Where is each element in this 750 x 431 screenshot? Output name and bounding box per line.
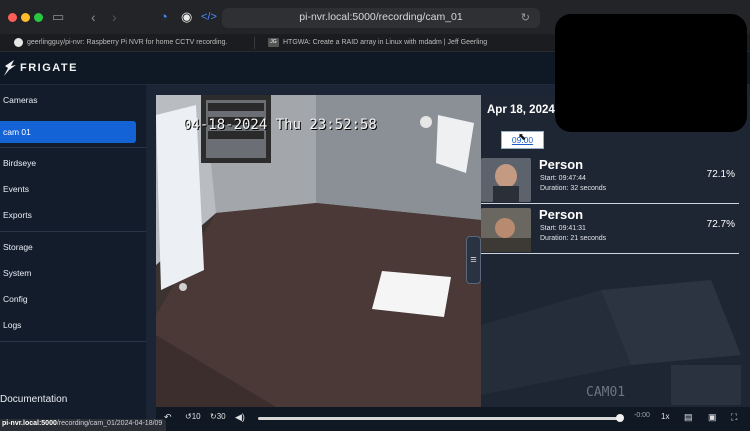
- jg-favicon-icon: JG: [268, 37, 279, 47]
- tab-htgwa-label: HTGWA: Create a RAID array in Linux with…: [283, 39, 488, 46]
- event-start: Start: 09:47:44: [540, 175, 586, 182]
- tab-pi-nvr[interactable]: geerlingguy/pi-nvr: Raspberry Pi NVR for…: [14, 34, 250, 52]
- event-label: Person: [539, 207, 584, 222]
- playback-speed[interactable]: 1x: [661, 412, 669, 421]
- pointer-icon: ⬉: [518, 132, 527, 143]
- sidebar-item-logs[interactable]: Logs: [0, 314, 146, 336]
- developer-icon[interactable]: </>: [201, 9, 217, 25]
- app-root: ▭ ‹ › ◔ ◉ </> pi-nvr.local:5000/recordin…: [0, 0, 750, 431]
- close-window-button[interactable]: [8, 13, 17, 22]
- progress-bar[interactable]: [258, 417, 622, 420]
- address-bar-url: pi-nvr.local:5000/recording/cam_01: [299, 11, 463, 23]
- event-score: 72.1%: [706, 169, 735, 180]
- event-thumbnail: [481, 208, 531, 252]
- github-icon: [14, 37, 23, 47]
- panel-resize-handle[interactable]: ≡: [466, 236, 481, 284]
- redaction-overlay: [555, 14, 747, 132]
- sidebar-item-exports[interactable]: Exports: [0, 204, 146, 226]
- brand-name: FRIGATE: [20, 62, 78, 74]
- rewind-10-button[interactable]: ↺10: [185, 412, 201, 421]
- video-player[interactable]: 04-18-2024 Thu 23:52:58: [156, 95, 481, 407]
- time-remaining: -0:00: [634, 412, 650, 419]
- tab-divider: [254, 37, 255, 49]
- progress-handle[interactable]: [616, 414, 624, 422]
- back-icon[interactable]: ‹: [91, 9, 96, 25]
- sidebar-item-cameras[interactable]: Cameras: [0, 89, 146, 111]
- video-timestamp: 04-18-2024 Thu 23:52:58: [183, 117, 377, 133]
- rewind-label: 10: [191, 412, 201, 421]
- address-bar[interactable]: pi-nvr.local:5000/recording/cam_01 ↻: [222, 8, 540, 28]
- event-row[interactable]: Person Start: 09:47:44 Duration: 32 seco…: [481, 156, 739, 204]
- volume-icon[interactable]: ◀): [235, 412, 245, 423]
- sidebar-divider: [0, 147, 146, 148]
- extension-icon[interactable]: ◉: [181, 9, 192, 25]
- status-url-path: /recording/cam_01/2024-04-18/09: [56, 420, 163, 427]
- camera-frame-image: [156, 95, 481, 407]
- sidebar-item-storage[interactable]: Storage: [0, 236, 146, 258]
- pip-icon[interactable]: ▣: [708, 412, 717, 423]
- tab-htgwa[interactable]: JG HTGWA: Create a RAID array in Linux wi…: [268, 34, 518, 52]
- forward-icon[interactable]: ›: [112, 9, 117, 25]
- tab-pi-nvr-label: geerlingguy/pi-nvr: Raspberry Pi NVR for…: [27, 39, 228, 46]
- event-thumbnail: [481, 158, 531, 202]
- forward-label: 30: [216, 412, 226, 421]
- event-start: Start: 09:41:31: [540, 225, 586, 232]
- link-status-bar: pi-nvr.local:5000/recording/cam_01/2024-…: [0, 419, 167, 431]
- rss-icon[interactable]: ◔: [160, 9, 168, 25]
- video-watermark: CAM01: [586, 385, 626, 400]
- event-divider: [481, 253, 739, 254]
- panel-date: Apr 18, 2024: [487, 104, 555, 116]
- event-divider: [481, 203, 739, 204]
- sidebar-toggle-icon[interactable]: ▭: [52, 9, 64, 25]
- minimize-window-button[interactable]: [21, 13, 30, 22]
- status-url-host: pi-nvr.local:5000: [2, 420, 57, 427]
- sidebar-item-system[interactable]: System: [0, 262, 146, 284]
- event-duration: Duration: 32 seconds: [540, 185, 607, 192]
- sidebar-item-cam-01[interactable]: cam 01: [0, 121, 136, 143]
- frigate-logo-icon: [4, 60, 16, 76]
- zoom-window-button[interactable]: [34, 13, 43, 22]
- captions-icon[interactable]: ▤: [684, 412, 693, 423]
- sidebar: Cameras cam 01 Birdseye Events Exports S…: [0, 85, 146, 431]
- fullscreen-icon[interactable]: ⛶: [731, 412, 737, 423]
- sidebar-item-birdseye[interactable]: Birdseye: [0, 152, 146, 174]
- event-row[interactable]: Person Start: 09:41:31 Duration: 21 seco…: [481, 206, 739, 254]
- sidebar-item-events[interactable]: Events: [0, 178, 146, 200]
- sidebar-divider: [0, 231, 146, 232]
- forward-30-button[interactable]: ↻30: [210, 412, 226, 421]
- sidebar-item-documentation[interactable]: Documentation: [0, 394, 67, 405]
- reload-icon[interactable]: ↻: [521, 11, 530, 24]
- event-label: Person: [539, 157, 584, 172]
- sidebar-item-config[interactable]: Config: [0, 288, 146, 310]
- events-panel: Apr 18, 2024 09:00 ⬉ Person Start: 09:47…: [481, 95, 750, 407]
- event-duration: Duration: 21 seconds: [540, 235, 607, 242]
- event-score: 72.7%: [706, 219, 735, 230]
- sidebar-divider: [0, 341, 146, 342]
